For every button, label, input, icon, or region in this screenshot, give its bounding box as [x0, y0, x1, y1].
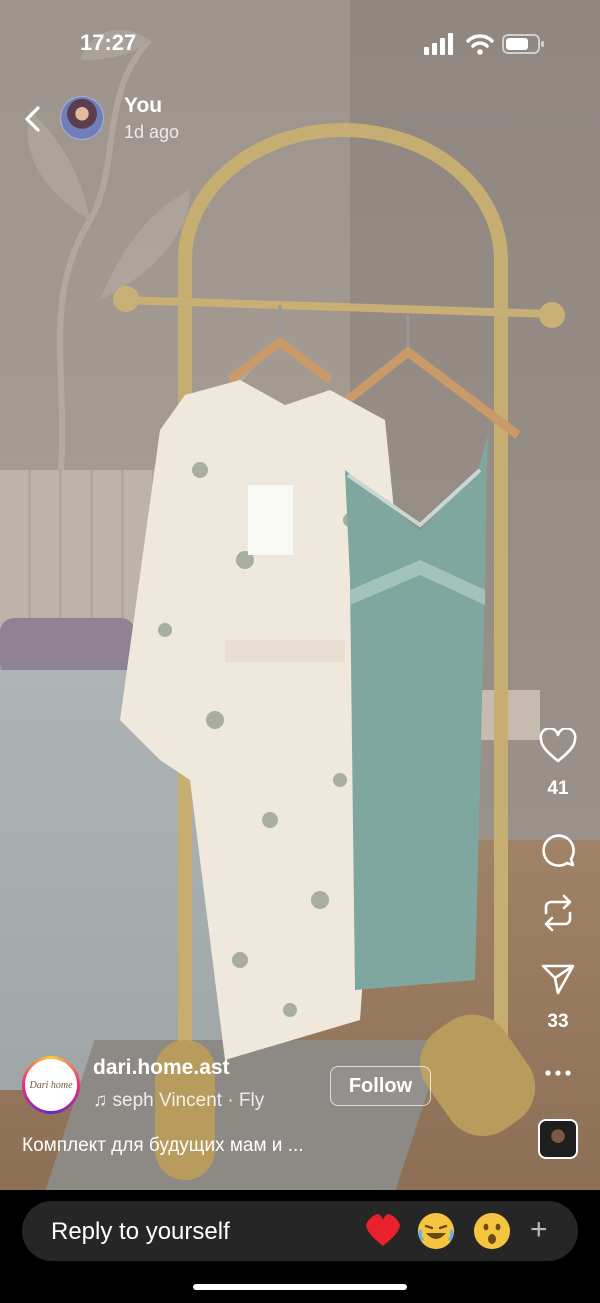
reply-bar: Reply to yourself +: [0, 1190, 600, 1303]
signal-icon: [424, 33, 453, 55]
reply-placeholder: Reply to yourself: [51, 1218, 230, 1245]
heart-icon: [539, 728, 577, 763]
home-indicator[interactable]: [193, 1284, 407, 1290]
author-name[interactable]: dari.home.ast: [93, 1056, 230, 1080]
status-icons: [424, 33, 546, 55]
status-bar: 17:27: [0, 0, 600, 88]
clock: 17:27: [80, 30, 137, 55]
clothes-rack: [113, 123, 565, 1180]
username[interactable]: You: [124, 94, 162, 118]
repost-icon: [544, 894, 572, 932]
add-reaction-button[interactable]: +: [530, 1215, 548, 1245]
author-logo: Dari home: [25, 1059, 77, 1111]
story-photo: [0, 0, 600, 1190]
send-icon: [541, 964, 575, 995]
comment-button[interactable]: [530, 832, 586, 868]
timestamp: 1d ago: [124, 122, 180, 142]
laugh-emoji-button[interactable]: [418, 1213, 454, 1249]
product-thumbnail[interactable]: [538, 1119, 578, 1159]
story-header: You 1d ago: [0, 88, 600, 150]
follow-button[interactable]: Follow: [330, 1066, 431, 1106]
like-count: 41: [547, 778, 569, 799]
reply-input[interactable]: Reply to yourself +: [22, 1201, 578, 1261]
comment-icon: [542, 834, 575, 867]
avatar[interactable]: [60, 96, 104, 140]
author-row: Dari home dari.home.ast ♫ seph Vincent ·…: [20, 1052, 580, 1122]
caption[interactable]: Комплект для будущих мам и ...: [22, 1135, 304, 1157]
send-button[interactable]: [530, 962, 586, 996]
back-icon[interactable]: [18, 102, 48, 136]
share-count: 33: [547, 1011, 569, 1032]
heart-emoji-button[interactable]: [365, 1213, 401, 1249]
wifi-icon: [466, 34, 494, 55]
wow-emoji-button[interactable]: [474, 1213, 510, 1249]
battery-icon: [502, 34, 544, 54]
repost-button[interactable]: [530, 894, 586, 932]
like-button[interactable]: [530, 728, 586, 764]
music-info[interactable]: ♫ seph Vincent · Fly: [93, 1090, 264, 1112]
author-avatar[interactable]: Dari home: [22, 1056, 80, 1114]
music-title: seph Vincent · Fly: [112, 1090, 265, 1111]
music-note-icon: ♫: [93, 1090, 113, 1111]
